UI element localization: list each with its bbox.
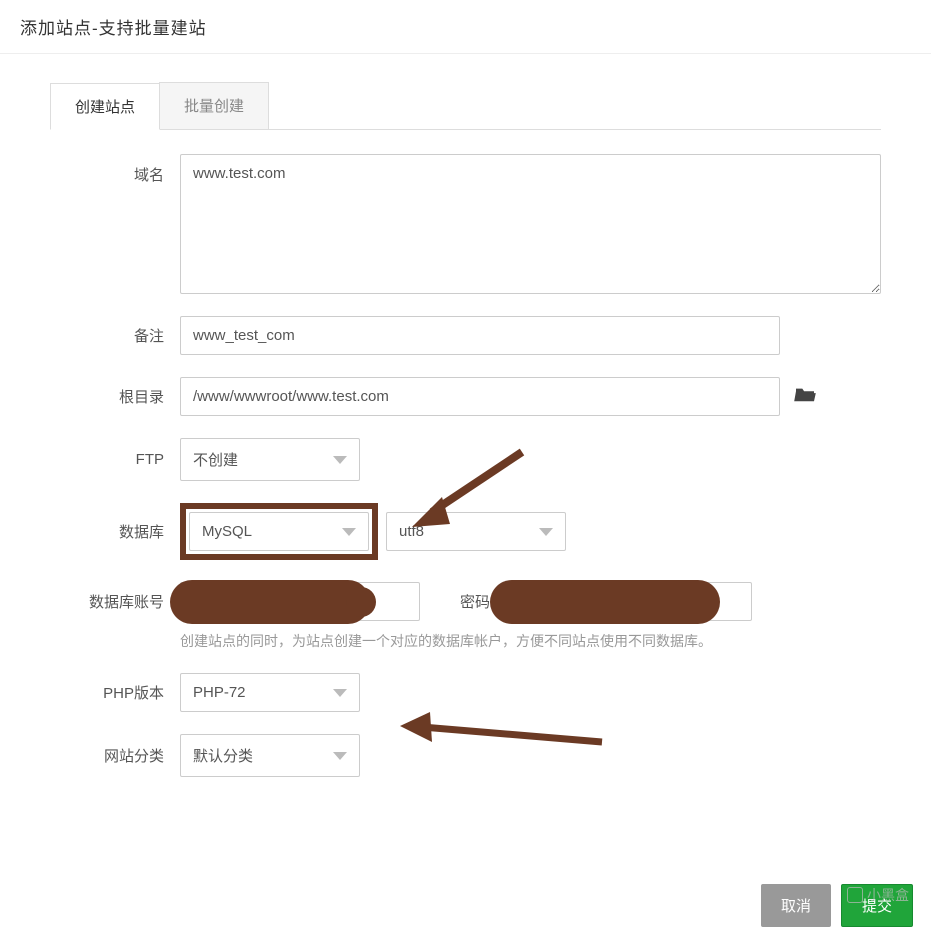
database-select-value: MySQL (202, 523, 252, 540)
chevron-down-icon (333, 752, 347, 760)
database-select[interactable]: MySQL (189, 512, 369, 551)
charset-select[interactable]: utf8 (386, 512, 566, 551)
annotation-highlight-database: MySQL (180, 503, 378, 560)
tab-create-site[interactable]: 创建站点 (50, 83, 160, 130)
ftp-select-value: 不创建 (193, 449, 238, 470)
domain-textarea[interactable]: www.test.com (180, 154, 881, 294)
site-category-select[interactable]: 默认分类 (180, 734, 360, 777)
row-ftp: FTP 不创建 (50, 438, 881, 481)
chevron-down-icon (333, 689, 347, 697)
remark-input[interactable] (180, 316, 780, 355)
chevron-down-icon (539, 528, 553, 536)
root-input[interactable] (180, 377, 780, 416)
row-root: 根目录 (50, 377, 881, 416)
row-database: 数据库 MySQL utf8 (50, 503, 881, 560)
ftp-select[interactable]: 不创建 (180, 438, 360, 481)
modal-body: 创建站点 批量创建 域名 www.test.com 备注 根目录 FTP 不创建 (0, 54, 931, 777)
row-db-help: 创建站点的同时，为站点创建一个对应的数据库帐户，方便不同站点使用不同数据库。 (50, 623, 881, 651)
label-php-version: PHP版本 (50, 682, 180, 703)
redaction-password (490, 580, 720, 624)
submit-button[interactable]: 提交 (841, 884, 913, 927)
row-db-account: 数据库账号 密码 (50, 582, 881, 621)
row-remark: 备注 (50, 316, 881, 355)
label-ftp: FTP (50, 451, 180, 468)
label-domain: 域名 (50, 154, 180, 185)
db-help-text: 创建站点的同时，为站点创建一个对应的数据库帐户，方便不同站点使用不同数据库。 (180, 631, 712, 651)
tabs: 创建站点 批量创建 (50, 82, 881, 130)
site-category-select-value: 默认分类 (193, 745, 253, 766)
redaction-db-account (170, 580, 370, 624)
chevron-down-icon (333, 456, 347, 464)
modal-footer: 取消 提交 (761, 884, 913, 927)
chevron-down-icon (342, 528, 356, 536)
php-version-select-value: PHP-72 (193, 684, 246, 701)
label-site-category: 网站分类 (50, 745, 180, 766)
label-database: 数据库 (50, 521, 180, 542)
label-db-account: 数据库账号 (50, 591, 180, 612)
modal-title: 添加站点-支持批量建站 (0, 0, 931, 54)
charset-select-value: utf8 (399, 523, 424, 540)
label-root: 根目录 (50, 386, 180, 407)
php-version-select[interactable]: PHP-72 (180, 673, 360, 712)
cancel-button[interactable]: 取消 (761, 884, 831, 927)
folder-open-icon[interactable] (794, 385, 816, 409)
row-site-category: 网站分类 默认分类 (50, 734, 881, 777)
row-php-version: PHP版本 PHP-72 (50, 673, 881, 712)
label-remark: 备注 (50, 325, 180, 346)
row-domain: 域名 www.test.com (50, 154, 881, 294)
tab-batch-create[interactable]: 批量创建 (159, 82, 269, 129)
